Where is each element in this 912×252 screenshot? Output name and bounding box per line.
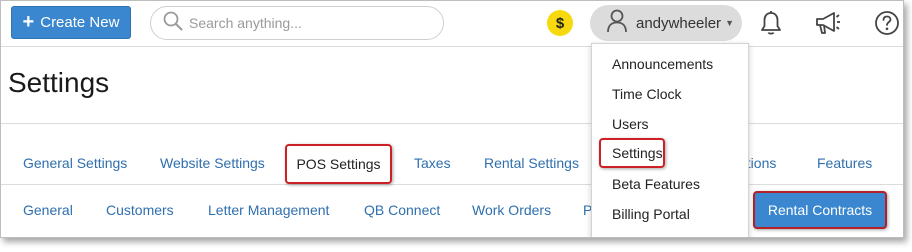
tab-rental-settings[interactable]: Rental Settings (484, 155, 579, 171)
secondary-tab-bar: General Customers Letter Management QB C… (1, 187, 903, 233)
app-window: + Create New $ andywheeler ▼ Settings (0, 0, 904, 238)
tab-features[interactable]: Features (817, 155, 872, 171)
menu-item-settings[interactable]: Settings (599, 138, 665, 168)
megaphone-icon[interactable] (814, 9, 842, 37)
top-bar: + Create New $ andywheeler ▼ (1, 1, 903, 47)
rental-contracts-button[interactable]: Rental Contracts (753, 191, 887, 229)
menu-item-time-clock[interactable]: Time Clock (612, 86, 682, 102)
help-icon[interactable] (873, 9, 901, 37)
tab-general-settings[interactable]: General Settings (23, 155, 127, 171)
menu-item-beta-features[interactable]: Beta Features (612, 176, 700, 192)
divider (1, 123, 903, 124)
tab-taxes[interactable]: Taxes (414, 155, 451, 171)
subtab-customers[interactable]: Customers (106, 202, 174, 218)
tab-website-settings[interactable]: Website Settings (160, 155, 265, 171)
subtab-general[interactable]: General (23, 202, 73, 218)
create-new-label: Create New (40, 14, 120, 31)
currency-badge[interactable]: $ (547, 10, 573, 36)
plus-icon: + (22, 10, 35, 33)
search-box[interactable] (150, 6, 444, 40)
subtab-letter-management[interactable]: Letter Management (208, 202, 329, 218)
chevron-down-icon: ▼ (725, 18, 734, 28)
subtab-work-orders[interactable]: Work Orders (472, 202, 551, 218)
user-icon (606, 9, 628, 38)
menu-item-users[interactable]: Users (612, 116, 649, 132)
primary-tab-bar: General Settings Website Settings POS Se… (1, 141, 903, 185)
tab-pos-settings[interactable]: POS Settings (285, 144, 392, 184)
menu-item-billing-portal[interactable]: Billing Portal (612, 206, 690, 222)
page-title: Settings (8, 67, 110, 98)
username: andywheeler (636, 14, 722, 32)
subtab-qb-connect[interactable]: QB Connect (364, 202, 440, 218)
create-new-button[interactable]: + Create New (11, 6, 131, 39)
search-input[interactable] (189, 15, 429, 31)
user-dropdown-menu: Announcements Time Clock Users Settings … (591, 43, 749, 237)
search-icon (163, 11, 183, 36)
bell-icon[interactable] (757, 9, 785, 37)
menu-item-announcements[interactable]: Announcements (612, 56, 713, 72)
user-menu-button[interactable]: andywheeler ▼ (590, 5, 742, 41)
